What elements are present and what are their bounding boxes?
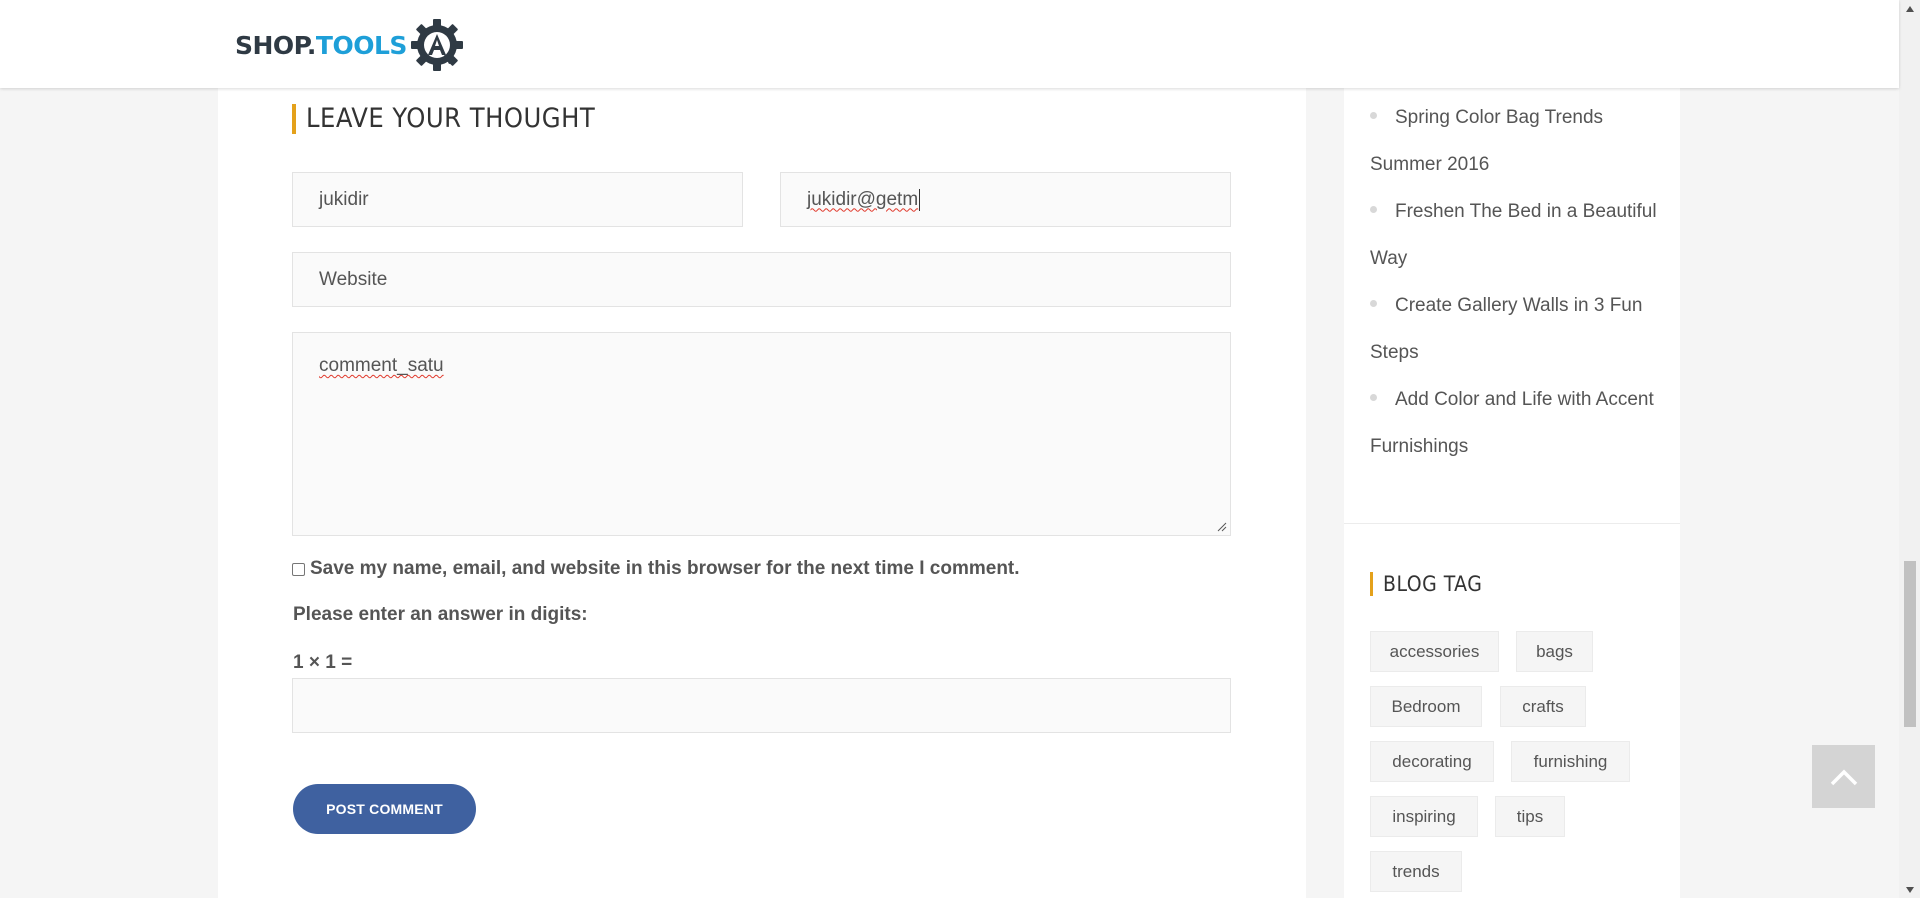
scroll-up-arrow-icon[interactable] [1899, 0, 1920, 17]
sidebar-divider [1344, 523, 1680, 524]
email-field[interactable]: jukidir@getm [780, 172, 1231, 227]
tag-bags[interactable]: bags [1516, 631, 1593, 672]
tag-crafts[interactable]: crafts [1500, 686, 1586, 727]
comment-value: comment_satu [319, 355, 444, 376]
email-value: jukidir@getm [807, 188, 919, 210]
recent-post-link[interactable]: Add Color and Life with Accent Furnishin… [1370, 389, 1654, 457]
name-value: jukidir [319, 188, 369, 210]
text-caret [919, 188, 921, 211]
recent-posts-list: Spring Color Bag Trends Summer 2016 Fres… [1370, 94, 1670, 470]
tag-trends[interactable]: trends [1370, 851, 1462, 892]
site-logo[interactable]: SHOP. TOOLS [235, 18, 465, 72]
form-title: LEAVE YOUR THOUGHT [292, 104, 595, 134]
recent-post-item[interactable]: Create Gallery Walls in 3 Fun Steps [1370, 282, 1670, 376]
resize-grip-icon[interactable] [1217, 522, 1227, 532]
recent-post-item[interactable]: Spring Color Bag Trends Summer 2016 [1370, 94, 1670, 188]
logo-text-shop: SHOP. [235, 30, 316, 60]
bullet-icon [1370, 394, 1377, 402]
website-placeholder: Website [319, 268, 388, 290]
bullet-icon [1370, 112, 1377, 120]
save-info-checkbox[interactable] [292, 562, 305, 576]
name-field[interactable]: jukidir [292, 172, 743, 227]
post-comment-button[interactable]: POST COMMENT [293, 784, 476, 834]
website-field[interactable]: Website [292, 252, 1231, 307]
captcha-input[interactable] [292, 678, 1231, 733]
chevron-up-icon [1830, 769, 1857, 785]
scrollbar[interactable] [1899, 0, 1920, 898]
tag-inspiring[interactable]: inspiring [1370, 796, 1478, 837]
captcha-prompt: Please enter an answer in digits: [293, 604, 588, 625]
tag-accessories[interactable]: accessories [1370, 631, 1499, 672]
recent-post-item[interactable]: Add Color and Life with Accent Furnishin… [1370, 376, 1670, 470]
save-info-row: Save my name, email, and website in this… [292, 556, 1020, 582]
recent-post-item[interactable]: Freshen The Bed in a Beautiful Way [1370, 188, 1670, 282]
captcha-question: 1 × 1 = [293, 652, 353, 673]
bullet-icon [1370, 206, 1377, 214]
back-to-top-button[interactable] [1812, 745, 1875, 808]
recent-post-link[interactable]: Freshen The Bed in a Beautiful Way [1370, 201, 1657, 269]
site-header: SHOP. TOOLS [0, 0, 1899, 88]
tag-furnishing[interactable]: furnishing [1511, 741, 1630, 782]
tag-tips[interactable]: tips [1495, 796, 1565, 837]
tag-bedroom[interactable]: Bedroom [1370, 686, 1482, 727]
blog-tag-title: BLOG TAG [1370, 572, 1482, 596]
gear-a-icon [410, 19, 463, 71]
recent-post-link[interactable]: Spring Color Bag Trends Summer 2016 [1370, 107, 1603, 175]
bullet-icon [1370, 300, 1377, 308]
comment-textarea[interactable]: comment_satu [292, 332, 1231, 536]
save-info-label[interactable]: Save my name, email, and website in this… [310, 558, 1020, 580]
scroll-down-arrow-icon[interactable] [1899, 881, 1920, 898]
tag-decorating[interactable]: decorating [1370, 741, 1494, 782]
logo-text-tools: TOOLS [315, 30, 408, 60]
recent-post-link[interactable]: Create Gallery Walls in 3 Fun Steps [1370, 295, 1642, 363]
scroll-thumb[interactable] [1904, 561, 1916, 727]
